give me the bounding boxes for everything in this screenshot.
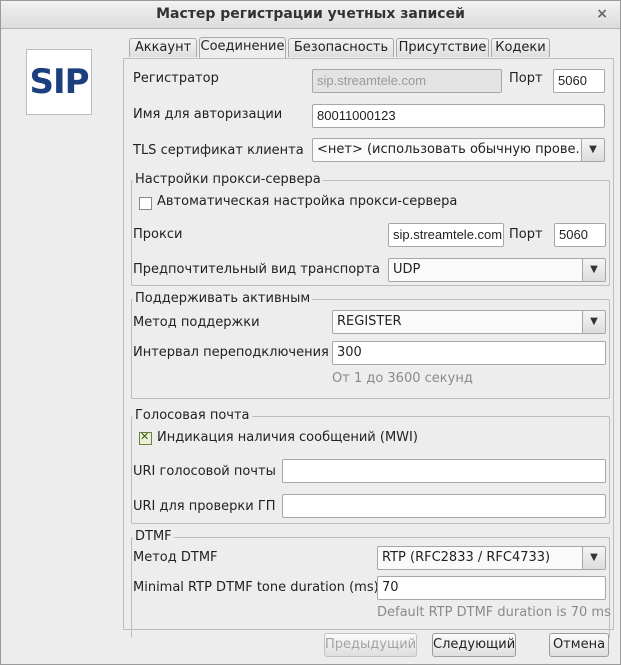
dtmf-group-title: DTMF: [133, 529, 174, 544]
proxy-input[interactable]: sip.streamtele.com: [388, 223, 504, 247]
chevron-down-icon[interactable]: ▼: [581, 139, 604, 161]
dtmf-method-value: RTP (RFC2833 / RFC4733): [382, 550, 551, 565]
previous-button[interactable]: Предыдущий: [324, 633, 417, 657]
keepalive-group-title: Поддерживать активным: [133, 291, 313, 306]
proxy-group-title: Настройки прокси-сервера: [133, 172, 323, 187]
transport-select[interactable]: UDP ▼: [388, 258, 606, 282]
keepalive-method-select[interactable]: REGISTER ▼: [332, 310, 606, 334]
dtmf-group: DTMF Метод DTMF RTP (RFC2833 / RFC4733) …: [131, 529, 611, 638]
voicemail-group-title: Голосовая почта: [133, 408, 252, 423]
proxy-port-label: Порт: [509, 227, 543, 242]
tab-codecs[interactable]: Кодеки: [491, 38, 550, 57]
auth-name-input[interactable]: 80011000123: [312, 104, 605, 128]
proxy-group: Настройки прокси-сервера Автоматическая …: [131, 172, 610, 286]
title-bar: Мастер регистрации учетных записей ×: [1, 1, 620, 29]
tab-presence[interactable]: Присутствие: [396, 38, 489, 57]
registrar-label: Регистратор: [133, 71, 219, 86]
keepalive-method-label: Метод поддержки: [133, 315, 260, 330]
dtmf-method-label: Метод DTMF: [133, 550, 218, 565]
sip-logo: SIP: [26, 49, 92, 115]
registrar-port-input[interactable]: 5060: [553, 69, 605, 93]
keepalive-method-value: REGISTER: [337, 314, 402, 329]
dtmf-min-duration-label: Minimal RTP DTMF tone duration (ms): [133, 580, 379, 595]
auto-proxy-checkbox[interactable]: [139, 197, 152, 210]
checkmark-icon: ✕: [140, 430, 150, 443]
mwi-checkbox[interactable]: ✕: [139, 430, 152, 445]
window-title: Мастер регистрации учетных записей: [156, 6, 465, 22]
interval-hint: От 1 до 3600 секунд: [332, 371, 473, 386]
transport-value: UDP: [393, 262, 421, 277]
tab-security[interactable]: Безопасность: [288, 38, 394, 57]
mwi-label: Индикация наличия сообщений (MWI): [157, 430, 418, 445]
chevron-down-icon[interactable]: ▼: [582, 547, 605, 569]
keepalive-group: Поддерживать активным Метод поддержки RE…: [131, 291, 610, 399]
auto-proxy-label: Автоматическая настройка прокси-сервера: [157, 194, 458, 209]
connection-panel: Регистратор sip.streamtele.com Порт 5060…: [123, 58, 614, 638]
wizard-window: Мастер регистрации учетных записей × SIP…: [0, 0, 621, 665]
reconnect-interval-label: Интервал переподключения: [133, 345, 329, 360]
tab-account[interactable]: Аккаунт: [129, 38, 197, 57]
chevron-down-icon[interactable]: ▼: [582, 311, 605, 333]
transport-label: Предпочтительный вид транспорта: [133, 262, 380, 277]
voicemail-group: Голосовая почта ✕ Индикация наличия сооб…: [131, 408, 610, 524]
tls-cert-value: <нет> (использовать обычную прове...: [317, 142, 579, 157]
cancel-button[interactable]: Отмена: [549, 633, 609, 657]
dtmf-method-select[interactable]: RTP (RFC2833 / RFC4733) ▼: [377, 546, 606, 570]
auth-name-label: Имя для авторизации: [133, 107, 283, 122]
next-button[interactable]: Следующий: [432, 633, 516, 657]
registrar-port-label: Порт: [509, 71, 543, 86]
tab-connection[interactable]: Соединение: [199, 37, 286, 58]
proxy-port-input[interactable]: 5060: [554, 223, 606, 247]
voicemail-uri-label: URI голосовой почты: [133, 464, 276, 479]
tls-cert-select[interactable]: <нет> (использовать обычную прове... ▼: [312, 138, 605, 162]
dtmf-duration-hint: Default RTP DTMF duration is 70 ms: [377, 605, 611, 620]
dtmf-min-duration-input[interactable]: 70: [377, 576, 606, 600]
voicemail-check-uri-input[interactable]: [282, 494, 606, 518]
chevron-down-icon[interactable]: ▼: [582, 259, 605, 281]
voicemail-check-uri-label: URI для проверки ГП: [133, 499, 276, 514]
voicemail-uri-input[interactable]: [282, 459, 606, 483]
reconnect-interval-input[interactable]: 300: [332, 341, 606, 365]
registrar-input[interactable]: sip.streamtele.com: [312, 69, 502, 93]
tls-cert-label: TLS сертификат клиента: [133, 143, 304, 158]
proxy-label: Прокси: [133, 227, 183, 242]
close-icon[interactable]: ×: [596, 1, 608, 28]
